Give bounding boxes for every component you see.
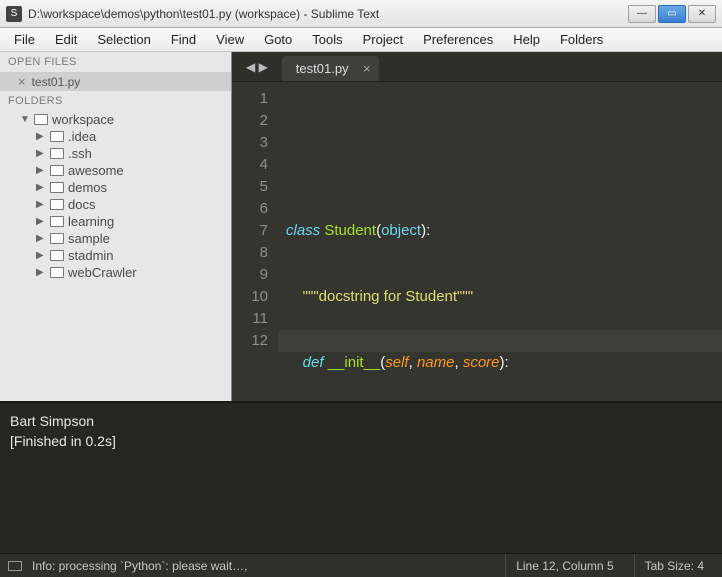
folder-icon [50,131,64,142]
open-files-header: OPEN FILES [0,52,231,72]
folder-item[interactable]: ▶ docs [6,196,227,213]
folder-icon [50,199,64,210]
code-editor[interactable]: 123456789101112 class Student(object): "… [232,82,722,401]
window-maximize-button[interactable]: ▭ [658,5,686,23]
chevron-right-icon: ▶ [36,131,46,142]
tab-label: test01.py [296,61,349,76]
chevron-right-icon: ▶ [36,250,46,261]
menu-preferences[interactable]: Preferences [413,30,503,49]
menu-edit[interactable]: Edit [45,30,87,49]
folder-icon [50,216,64,227]
menu-selection[interactable]: Selection [87,30,160,49]
menu-find[interactable]: Find [161,30,206,49]
folder-item[interactable]: ▶ learning [6,213,227,230]
console-line: Bart Simpson [10,411,712,431]
sidebar: OPEN FILES × test01.py FOLDERS ▼ workspa… [0,52,232,401]
menu-help[interactable]: Help [503,30,550,49]
open-file-item[interactable]: × test01.py [0,72,231,91]
folder-root[interactable]: ▼ workspace [6,111,227,128]
folder-item[interactable]: ▶ demos [6,179,227,196]
window-titlebar: S D:\workspace\demos\python\test01.py (w… [0,0,722,28]
current-line-highlight [278,330,722,352]
console-line: [Finished in 0.2s] [10,431,712,451]
folder-icon [50,148,64,159]
folder-label: learning [68,214,114,229]
tab-nav-arrows[interactable]: ◀ ▶ [238,56,276,78]
folder-icon [50,233,64,244]
status-line-col[interactable]: Line 12, Column 5 [505,554,623,577]
status-tab-size[interactable]: Tab Size: 4 [634,554,714,577]
status-info: Info: processing `Python`: please wait…, [32,559,247,573]
status-bar: Info: processing `Python`: please wait…,… [0,553,722,577]
folder-label: docs [68,197,95,212]
folder-item[interactable]: ▶ stadmin [6,247,227,264]
chevron-right-icon: ▶ [36,216,46,227]
chevron-right-icon: ▶ [36,199,46,210]
chevron-right-icon: ▶ [36,182,46,193]
tab-close-icon[interactable]: × [363,61,371,76]
chevron-down-icon: ▼ [20,114,30,125]
folder-item[interactable]: ▶ awesome [6,162,227,179]
line-gutter: 123456789101112 [232,82,278,401]
code-content[interactable]: class Student(object): """docstring for … [278,82,722,401]
folder-icon [50,182,64,193]
folder-item[interactable]: ▶ sample [6,230,227,247]
folder-label: .ssh [68,146,92,161]
folder-label: sample [68,231,110,246]
folder-label: .idea [68,129,96,144]
folder-icon [50,267,64,278]
editor-tab[interactable]: test01.py × [282,56,379,81]
folder-item[interactable]: ▶ .idea [6,128,227,145]
editor-tabbar: ◀ ▶ test01.py × [232,52,722,82]
menu-file[interactable]: File [4,30,45,49]
app-icon: S [6,6,22,22]
menu-tools[interactable]: Tools [302,30,352,49]
folder-icon [34,114,48,125]
menu-bar: File Edit Selection Find View Goto Tools… [0,28,722,52]
window-minimize-button[interactable]: — [628,5,656,23]
menu-goto[interactable]: Goto [254,30,302,49]
chevron-right-icon: ▶ [36,267,46,278]
folder-label: stadmin [68,248,114,263]
close-icon[interactable]: × [18,74,26,89]
menu-folders[interactable]: Folders [550,30,613,49]
folder-icon [50,165,64,176]
window-title: D:\workspace\demos\python\test01.py (wor… [28,7,628,21]
folder-label: demos [68,180,107,195]
folder-item[interactable]: ▶ .ssh [6,145,227,162]
menu-view[interactable]: View [206,30,254,49]
menu-project[interactable]: Project [353,30,413,49]
folder-label: workspace [52,112,114,127]
folder-label: awesome [68,163,124,178]
chevron-right-icon: ▶ [36,233,46,244]
window-close-button[interactable]: ✕ [688,5,716,23]
folders-header: FOLDERS [0,91,231,111]
folder-label: webCrawler [68,265,137,280]
panel-switcher-icon[interactable] [8,561,22,571]
open-file-label: test01.py [32,75,81,89]
chevron-right-icon: ▶ [36,148,46,159]
folder-icon [50,250,64,261]
build-output-panel[interactable]: Bart Simpson [Finished in 0.2s] [0,401,722,553]
chevron-right-icon: ▶ [36,165,46,176]
folder-item[interactable]: ▶ webCrawler [6,264,227,281]
